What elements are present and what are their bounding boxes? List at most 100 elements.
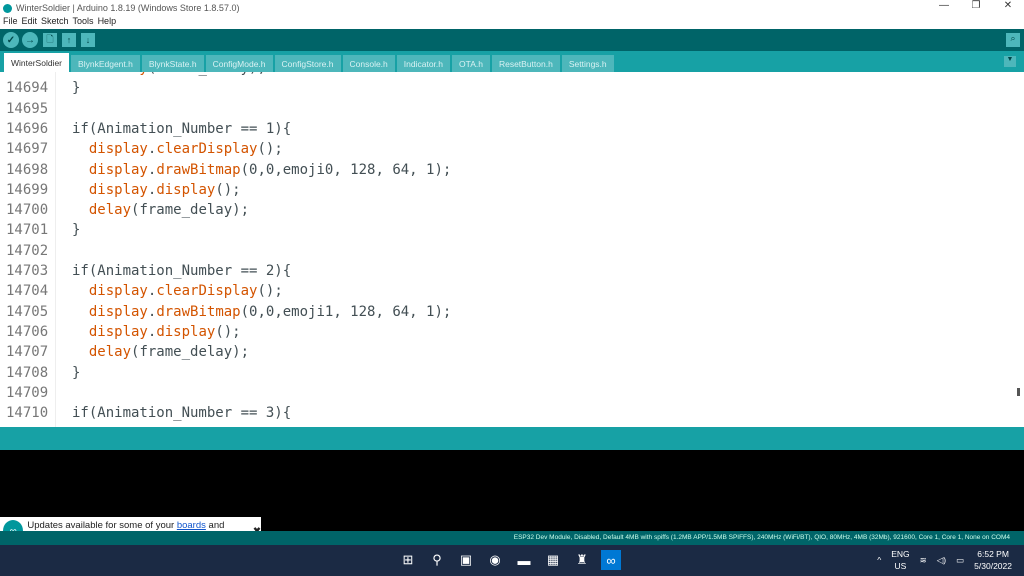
code-line: 14702 xyxy=(0,243,72,263)
code-keyword: delay xyxy=(88,344,132,361)
task-view-icon[interactable]: ▣ xyxy=(456,550,476,570)
taskbar: ⊞ ⚲ ▣ ◉ ▬ ▦ ♜ ∞ ^ ENG US ≋ ◁) ▭ 6:52 PM 5/30/2022 xyxy=(0,545,1024,576)
code-keyword: display xyxy=(88,181,148,198)
serial-monitor-button[interactable]: ⌕ xyxy=(1006,33,1020,47)
tab-configstore[interactable]: ConfigStore.h xyxy=(274,55,341,72)
code-line: 14695 xyxy=(0,101,72,121)
code-line: 14703 if(Animation_Number == 2){ xyxy=(0,263,291,283)
store-icon[interactable]: ▦ xyxy=(543,550,563,570)
date: 5/30/2022 xyxy=(974,561,1012,571)
tab-bar: WinterSoldier BlynkEdgent.h BlynkState.h… xyxy=(0,51,1024,72)
code-keyword: display xyxy=(88,161,148,178)
code-keyword: delay xyxy=(106,72,148,76)
code-line: 14705 display.drawBitmap(0,0,emoji1, 128… xyxy=(0,304,451,324)
code-line: 14694} xyxy=(0,80,80,100)
code-token: if(Animation_Number == 1){ xyxy=(72,120,292,137)
notification-text: Updates available for some of your xyxy=(27,520,175,531)
tab-blynkstate[interactable]: BlynkState.h xyxy=(141,55,204,72)
tab-console[interactable]: Console.h xyxy=(342,55,395,72)
menu-sketch[interactable]: Sketch xyxy=(41,16,69,28)
verify-button[interactable]: ✓ xyxy=(3,32,19,48)
code-text: delay(frame_delay); xyxy=(56,344,249,364)
notification-and: and xyxy=(208,520,225,531)
tab-settings[interactable]: Settings.h xyxy=(561,55,614,72)
arduino-icon[interactable]: ∞ xyxy=(601,550,621,570)
line-number: 14706 xyxy=(6,323,49,340)
wifi-icon[interactable]: ≋ xyxy=(920,555,927,566)
line-number: 14707 xyxy=(6,344,49,361)
tab-blynkedgent[interactable]: BlynkEdgent.h xyxy=(71,55,140,72)
tab-resetbutton[interactable]: ResetButton.h xyxy=(491,55,560,72)
code-text: display.clearDisplay(); xyxy=(56,141,283,161)
code-line: 14696 if(Animation_Number == 1){ xyxy=(0,121,291,141)
code-text: } xyxy=(56,80,80,100)
search-icon[interactable]: ⚲ xyxy=(427,550,447,570)
code-text: delay(frame_delay); xyxy=(56,202,249,222)
open-button[interactable]: ↑ xyxy=(62,33,76,47)
line-number: 14701 xyxy=(6,222,49,239)
toolbar: ✓ → 🗋 ↑ ↓ ⌕ xyxy=(0,29,1024,51)
close-button[interactable]: ✕ xyxy=(992,0,1024,11)
code-keyword: drawBitmap xyxy=(156,161,241,178)
code-text: display.clearDisplay(); xyxy=(56,283,283,303)
predator-icon[interactable]: ♜ xyxy=(572,550,592,570)
code-keyword: drawBitmap xyxy=(156,303,241,320)
code-keyword: delay xyxy=(88,202,132,219)
line-number: 14698 xyxy=(6,161,49,178)
scrollbar[interactable] xyxy=(1017,388,1020,396)
language-indicator[interactable]: ENG US xyxy=(891,548,909,572)
code-token: (0,0,emoji1, 128, 64, 1); xyxy=(240,303,452,320)
menu-help[interactable]: Help xyxy=(98,16,117,28)
new-button[interactable]: 🗋 xyxy=(43,33,57,47)
code-editor[interactable]: 14693 delay(frame_delay);14694}146951469… xyxy=(0,72,1024,427)
menu-edit[interactable]: Edit xyxy=(22,16,38,28)
code-keyword: display xyxy=(156,323,216,340)
chrome-icon[interactable]: ◉ xyxy=(485,550,505,570)
line-number: 14704 xyxy=(6,283,49,300)
menu-file[interactable]: File xyxy=(3,16,18,28)
line-number: 14696 xyxy=(6,120,49,137)
code-line: 14697 display.clearDisplay(); xyxy=(0,141,283,161)
windows-start-icon[interactable]: ⊞ xyxy=(398,550,418,570)
tab-menu-button[interactable]: ▼ xyxy=(1004,56,1016,67)
time: 6:52 PM xyxy=(977,549,1009,559)
volume-icon[interactable]: ◁) xyxy=(937,555,946,566)
tab-configmode[interactable]: ConfigMode.h xyxy=(205,55,273,72)
upload-button[interactable]: → xyxy=(22,32,38,48)
line-number: 14702 xyxy=(6,242,49,259)
line-number: 14699 xyxy=(6,181,49,198)
menu-tools[interactable]: Tools xyxy=(73,16,94,28)
line-number: 14695 xyxy=(6,100,49,117)
code-token: (frame_delay); xyxy=(131,202,250,219)
lang-primary: ENG xyxy=(891,549,910,559)
tab-ota[interactable]: OTA.h xyxy=(452,55,490,72)
file-explorer-icon[interactable]: ▬ xyxy=(514,550,534,570)
line-number: 14694 xyxy=(6,80,49,97)
system-tray: ^ ENG US ≋ ◁) ▭ 6:52 PM 5/30/2022 xyxy=(877,548,1012,572)
code-keyword: display xyxy=(88,141,148,158)
code-token: (); xyxy=(257,283,283,300)
line-number: 14703 xyxy=(6,263,49,279)
battery-icon[interactable]: ▭ xyxy=(956,555,964,566)
tab-indicator[interactable]: Indicator.h xyxy=(396,55,451,72)
tab-wintersoldier[interactable]: WinterSoldier xyxy=(4,53,70,72)
maximize-button[interactable]: ❐ xyxy=(960,0,992,11)
code-keyword: clearDisplay xyxy=(156,283,258,300)
code-line: 14707 delay(frame_delay); xyxy=(0,344,249,364)
clock[interactable]: 6:52 PM 5/30/2022 xyxy=(974,548,1012,572)
menu-bar: File Edit Sketch Tools Help xyxy=(0,16,116,28)
code-line: 14693 delay(frame_delay); xyxy=(0,72,266,80)
minimize-button[interactable]: — xyxy=(928,0,960,11)
tray-chevron-icon[interactable]: ^ xyxy=(877,555,881,565)
code-line: 14708} xyxy=(0,365,80,385)
save-button[interactable]: ↓ xyxy=(81,33,95,47)
boards-link[interactable]: boards xyxy=(177,520,206,531)
